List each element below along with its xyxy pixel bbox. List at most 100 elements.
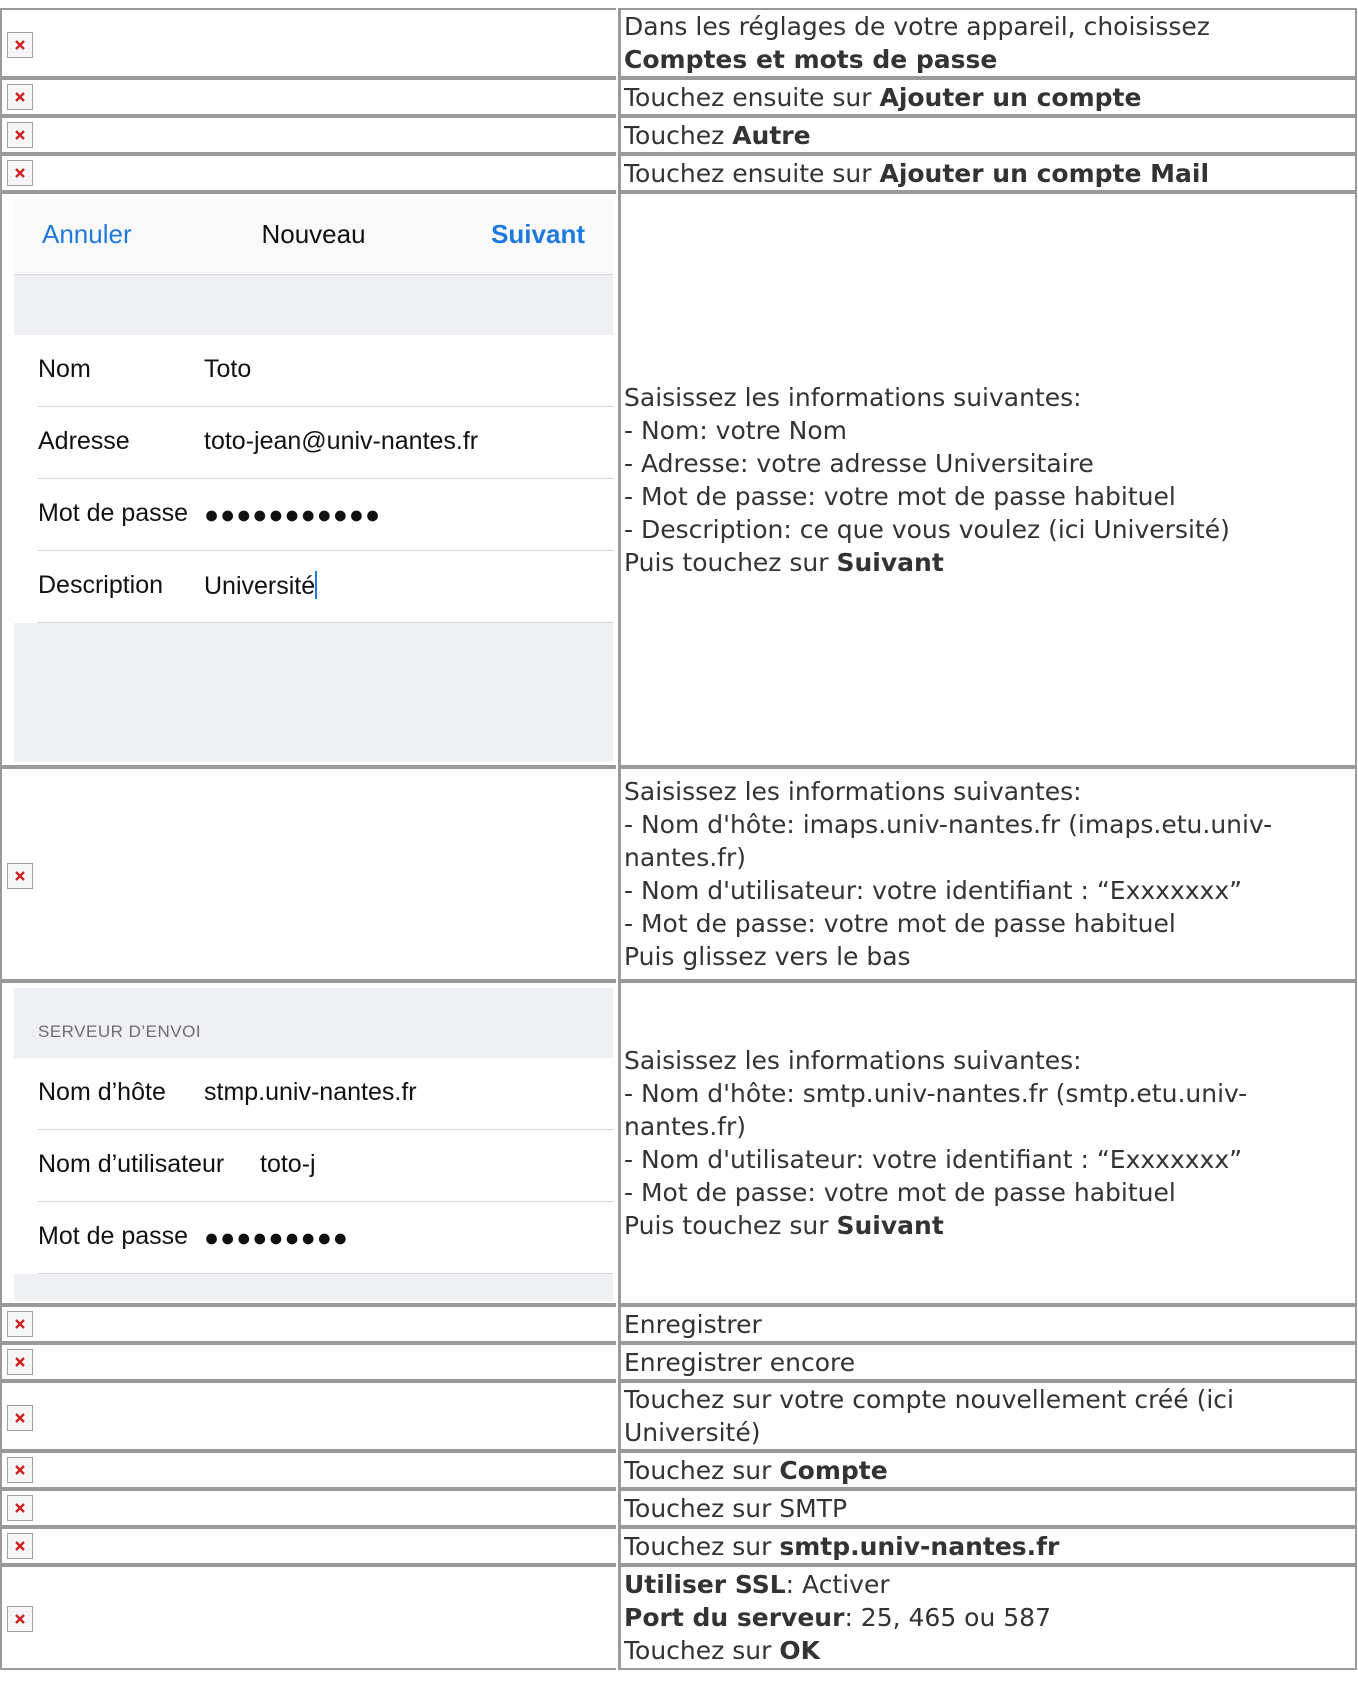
instruction-cell: Dans les réglages de votre appareil, cho… — [618, 8, 1357, 78]
instruction-text: Touchez — [624, 120, 733, 150]
instruction-text: - Adresse: votre adresse Universitaire — [624, 448, 1094, 478]
broken-image-icon — [7, 1533, 33, 1559]
image-cell — [0, 8, 616, 78]
table-row: Touchez ensuite sur Ajouter un compte Ma… — [0, 154, 1358, 192]
section-spacer — [14, 275, 613, 335]
instruction-text: : Activer — [785, 1570, 890, 1599]
section-title: SERVEUR D’ENVOI — [38, 1022, 202, 1041]
image-cell — [0, 1527, 616, 1565]
field-label: Mot de passe — [38, 1222, 189, 1250]
instruction-cell: Enregistrer encore — [618, 1343, 1357, 1381]
broken-image-icon — [7, 1349, 33, 1375]
instruction-text: Touchez sur — [624, 1531, 780, 1561]
hostname-field[interactable]: Nom d’hôte stmp.univ-nantes.fr — [14, 1058, 613, 1130]
table-row: Touchez Autre — [0, 116, 1358, 154]
image-cell — [0, 1343, 616, 1381]
instruction-cell: Touchez ensuite sur Ajouter un compte Ma… — [618, 154, 1357, 192]
field-value: toto-j — [260, 1150, 316, 1178]
instruction-cell: Enregistrer — [618, 1305, 1357, 1343]
instruction-cell: Touchez Autre — [618, 116, 1357, 154]
instruction-cell: Utiliser SSL: Activer Port du serveur: 2… — [618, 1565, 1357, 1670]
instruction-bold: Suivant — [836, 1211, 944, 1240]
image-cell — [0, 1381, 616, 1451]
instruction-text: Puis touchez sur — [624, 1211, 837, 1240]
table-row: Dans les réglages de votre appareil, cho… — [0, 8, 1358, 78]
table-row: Touchez sur SMTP — [0, 1489, 1358, 1527]
field-value: ●●●●●●●●● — [204, 1224, 349, 1252]
instruction-text: Touchez ensuite sur — [624, 82, 880, 112]
image-cell — [0, 116, 616, 154]
broken-image-icon — [7, 863, 33, 889]
new-account-screenshot: Annuler Nouveau Suivant Nom Toto Adresse… — [14, 199, 613, 762]
instruction-cell: Saisissez les informations suivantes: - … — [618, 192, 1357, 767]
instruction-text: Touchez sur SMTP — [624, 1493, 848, 1523]
password-field[interactable]: Mot de passe ●●●●●●●●● — [14, 1202, 613, 1274]
field-label: Adresse — [38, 427, 130, 455]
field-value: Toto — [204, 355, 252, 383]
instruction-cell: Touchez sur votre compte nouvellement cr… — [618, 1381, 1357, 1451]
field-label: Nom d’utilisateur — [38, 1150, 225, 1178]
instruction-text: - Mot de passe: votre mot de passe habit… — [624, 909, 1176, 938]
instruction-text: Touchez sur — [624, 1455, 780, 1485]
instruction-text: Saisissez les informations suivantes: — [624, 777, 1082, 806]
username-field[interactable]: Nom d’utilisateur toto-j — [14, 1130, 613, 1202]
section-header: SERVEUR D’ENVOI — [14, 988, 613, 1058]
next-button[interactable]: Suivant — [491, 219, 585, 250]
table-row: Touchez sur votre compte nouvellement cr… — [0, 1381, 1358, 1451]
table-row: Annuler Nouveau Suivant Nom Toto Adresse… — [0, 192, 1358, 767]
instruction-text: - Nom d'utilisateur: votre identifiant :… — [624, 1145, 1243, 1174]
instruction-text: - Nom d'utilisateur: votre identifiant :… — [624, 876, 1243, 905]
instruction-text: Puis touchez sur — [624, 547, 837, 577]
field-value: ●●●●●●●●●●● — [204, 501, 382, 529]
instruction-bold: Port du serveur — [624, 1603, 845, 1632]
broken-image-icon — [7, 1405, 33, 1431]
table-row: Enregistrer encore — [0, 1343, 1358, 1381]
image-cell: Annuler Nouveau Suivant Nom Toto Adresse… — [0, 192, 616, 767]
image-cell — [0, 154, 616, 192]
table-row: Saisissez les informations suivantes: - … — [0, 767, 1358, 981]
instruction-text: Enregistrer encore — [624, 1347, 856, 1377]
field-label: Mot de passe — [38, 499, 189, 527]
instruction-text: - Mot de passe: votre mot de passe habit… — [624, 481, 1176, 511]
outgoing-server-screenshot: SERVEUR D’ENVOI Nom d’hôte stmp.univ-nan… — [14, 988, 613, 1301]
instruction-text: - Nom d'hôte: smtp.univ-nantes.fr (smtp.… — [624, 1079, 1248, 1141]
table-row: SERVEUR D’ENVOI Nom d’hôte stmp.univ-nan… — [0, 981, 1358, 1305]
broken-image-icon — [7, 32, 33, 58]
table-row: Utiliser SSL: Activer Port du serveur: 2… — [0, 1565, 1358, 1670]
instruction-text: Touchez sur votre compte nouvellement cr… — [624, 1385, 1234, 1447]
name-field[interactable]: Nom Toto — [14, 335, 613, 407]
instruction-cell: Touchez sur SMTP — [618, 1489, 1357, 1527]
instruction-bold: Compte — [779, 1455, 888, 1485]
image-cell — [0, 1451, 616, 1489]
instruction-cell: Saisissez les informations suivantes: - … — [618, 981, 1357, 1305]
instruction-text: - Nom d'hôte: imaps.univ-nantes.fr (imap… — [624, 810, 1273, 872]
instruction-text: : 25, 465 ou 587 — [844, 1603, 1051, 1632]
password-field[interactable]: Mot de passe ●●●●●●●●●●● — [14, 479, 613, 551]
image-cell: SERVEUR D’ENVOI Nom d’hôte stmp.univ-nan… — [0, 981, 616, 1305]
broken-image-icon — [7, 160, 33, 186]
text-cursor — [315, 571, 318, 599]
description-field[interactable]: Description Université — [14, 551, 613, 623]
instruction-text: - Nom: votre Nom — [624, 415, 847, 445]
image-cell — [0, 1489, 616, 1527]
instruction-text: Puis glissez vers le bas — [624, 942, 911, 971]
instruction-bold: OK — [779, 1636, 820, 1665]
instruction-cell: Touchez sur smtp.univ-nantes.fr — [618, 1527, 1357, 1565]
instruction-text: Touchez ensuite sur — [624, 158, 880, 188]
instruction-bold: Comptes et mots de passe — [624, 45, 998, 74]
address-field[interactable]: Adresse toto-jean@univ-nantes.fr — [14, 407, 613, 479]
field-label: Description — [38, 571, 164, 599]
instruction-cell: Saisissez les informations suivantes: - … — [618, 767, 1357, 981]
instruction-cell: Touchez ensuite sur Ajouter un compte — [618, 78, 1357, 116]
instruction-text: Touchez sur — [624, 1636, 780, 1665]
table-row: Touchez ensuite sur Ajouter un compte — [0, 78, 1358, 116]
empty-area — [14, 1274, 613, 1301]
instruction-text: Enregistrer — [624, 1309, 762, 1339]
instruction-text: Saisissez les informations suivantes: — [624, 382, 1082, 412]
broken-image-icon — [7, 1311, 33, 1337]
image-cell — [0, 1565, 616, 1670]
instruction-bold: Utiliser SSL — [624, 1570, 786, 1599]
broken-image-icon — [7, 1457, 33, 1483]
field-value: Université — [204, 572, 316, 600]
nav-bar: Annuler Nouveau Suivant — [14, 199, 613, 275]
